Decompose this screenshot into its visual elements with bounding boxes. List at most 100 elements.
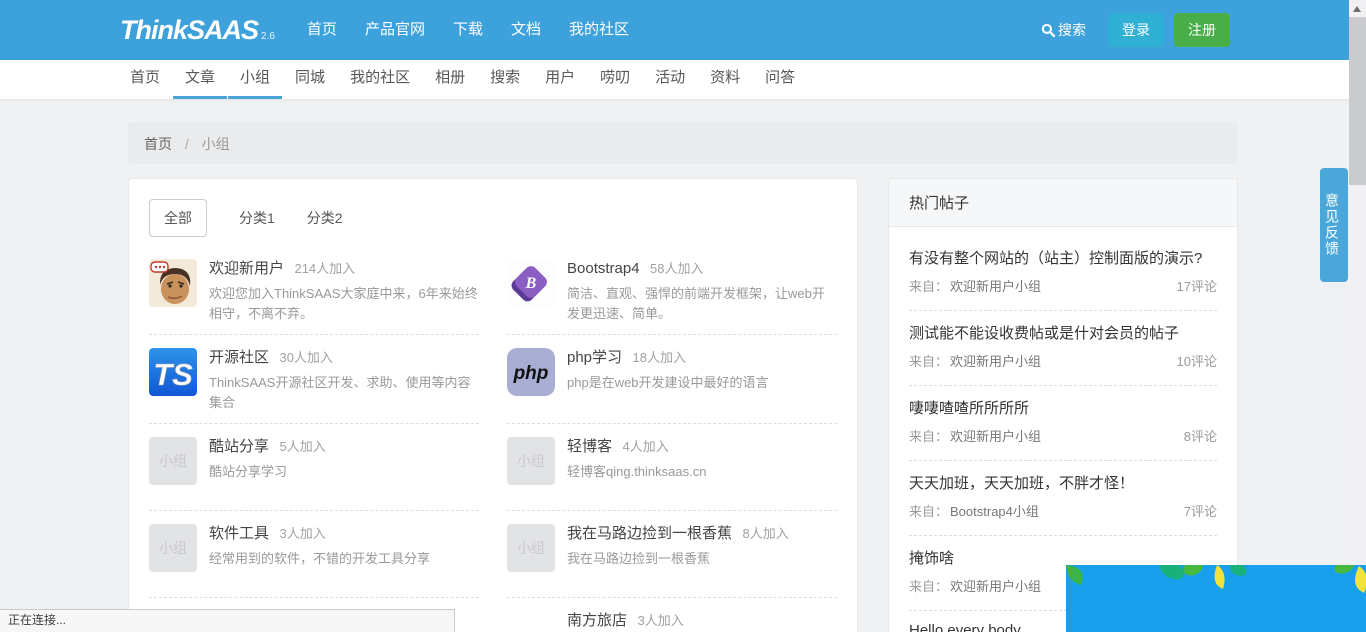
post-group-link[interactable]: 欢迎新用户小组 [950,277,1041,297]
group-name[interactable]: 南方旅店 [567,612,627,629]
search-link[interactable]: 搜索 [1041,20,1086,40]
group-avatar: B [507,259,555,307]
group-item[interactable]: 南方旅店 3人加入 [507,598,837,632]
group-item[interactable]: TS 开源社区 30人加入 ThinkSAAS开源社区开发、求助、使用等内容集合 [149,335,479,424]
topnav-links: 首页产品官网下载文档我的社区 [307,0,657,60]
topnav-right: 搜索 登录 注册 [1041,13,1230,47]
filter-category1-link[interactable]: 分类1 [239,208,275,228]
subnav-tab-8[interactable]: 唠叨 [588,60,642,99]
post-title-link[interactable]: 测试能不能设收费帖或是什对会员的帖子 [909,322,1217,343]
scrollbar-up-arrow-icon[interactable] [1353,6,1361,12]
subnav-tab-1[interactable]: 文章 [173,60,227,99]
post-meta: 来自： 欢迎新用户小组 8评论 [909,427,1217,447]
group-info: 开源社区 30人加入 ThinkSAAS开源社区开发、求助、使用等内容集合 [209,348,479,413]
main-content: 全部 分类1 分类2 欢迎新用户 214人加入 欢迎您加入ThinkSAAS大家… [128,178,1238,632]
promo-image[interactable] [1066,565,1366,632]
logo-version: 2.6 [261,31,275,42]
topnav-link-3[interactable]: 文档 [511,0,541,60]
group-avatar: php [507,348,555,396]
filter-category2-link[interactable]: 分类2 [307,208,343,228]
logo-text: ThinkSAAS [120,17,258,44]
group-member-count: 30人加入 [279,350,332,365]
post-meta: 来自： Bootstrap4小组 7评论 [909,502,1217,522]
post-from-label: 来自： [909,502,948,522]
group-description: 我在马路边捡到一根香蕉 [567,549,789,569]
group-placeholder-avatar: 小组 [149,437,197,485]
browser-status-tooltip: 正在连接... [0,609,455,632]
top-navbar: ThinkSAAS 2.6 首页产品官网下载文档我的社区 搜索 登录 注册 [0,0,1366,60]
subnav-tab-10[interactable]: 资料 [698,60,752,99]
post-group-link[interactable]: 欢迎新用户小组 [950,577,1041,597]
subnav-tab-7[interactable]: 用户 [533,60,587,99]
group-info: 欢迎新用户 214人加入 欢迎您加入ThinkSAAS大家庭中来，6年来始终相守… [209,259,479,324]
svg-text:php: php [513,363,549,384]
post-meta: 来自： 欢迎新用户小组 17评论 [909,277,1217,297]
post-comment-count: 17评论 [1177,277,1217,297]
group-name[interactable]: 开源社区 [209,349,269,366]
topnav-link-2[interactable]: 下载 [453,0,483,60]
post-title-link[interactable]: 有没有整个网站的（站主）控制面版的演示? [909,247,1217,268]
group-item[interactable]: B Bootstrap4 58人加入 简洁、直观、强悍的前端开发框架，让web开… [507,246,837,335]
topnav-link-4[interactable]: 我的社区 [569,0,629,60]
group-name[interactable]: 欢迎新用户 [209,260,284,277]
post-comment-count: 7评论 [1184,502,1217,522]
group-description: 欢迎您加入ThinkSAAS大家庭中来，6年来始终相守，不离不弃。 [209,284,479,324]
topnav-link-0[interactable]: 首页 [307,0,337,60]
breadcrumb-home-link[interactable]: 首页 [144,136,172,152]
group-name[interactable]: 酷站分享 [209,438,269,455]
post-from-label: 来自： [909,352,948,372]
subnav-tab-6[interactable]: 搜索 [478,60,532,99]
group-item[interactable]: 欢迎新用户 214人加入 欢迎您加入ThinkSAAS大家庭中来，6年来始终相守… [149,246,479,335]
group-grid: 欢迎新用户 214人加入 欢迎您加入ThinkSAAS大家庭中来，6年来始终相守… [149,246,837,632]
group-member-count: 5人加入 [279,439,325,454]
group-name[interactable]: Bootstrap4 [567,260,640,277]
vertical-scrollbar[interactable] [1349,0,1366,632]
subnav-tab-2[interactable]: 小组 [228,60,282,99]
group-info: 我在马路边捡到一根香蕉 8人加入 我在马路边捡到一根香蕉 [567,524,789,587]
group-avatar: TS [149,348,197,396]
group-member-count: 4人加入 [622,439,668,454]
group-item[interactable]: 小组 软件工具 3人加入 经常用到的软件，不错的开发工具分享 [149,511,479,598]
group-member-count: 58人加入 [650,261,703,276]
subnav-tab-11[interactable]: 问答 [753,60,807,99]
group-member-count: 18人加入 [632,350,685,365]
login-button[interactable]: 登录 [1108,13,1164,47]
breadcrumb: 首页 / 小组 [128,122,1238,164]
bootstrap-logo-avatar: B [507,259,555,307]
group-name[interactable]: 软件工具 [209,525,269,542]
group-item[interactable]: 小组 轻博客 4人加入 轻博客qing.thinksaas.cn [507,424,837,511]
post-group-link[interactable]: 欢迎新用户小组 [950,427,1041,447]
group-item[interactable]: 小组 我在马路边捡到一根香蕉 8人加入 我在马路边捡到一根香蕉 [507,511,837,598]
subnav-tab-4[interactable]: 我的社区 [338,60,422,99]
group-name[interactable]: 轻博客 [567,438,612,455]
svg-text:TS: TS [153,357,193,392]
subnav-tab-5[interactable]: 相册 [423,60,477,99]
thinksaas-logo[interactable]: ThinkSAAS 2.6 [120,17,275,44]
group-member-count: 3人加入 [637,613,683,628]
hot-post-item: 测试能不能设收费帖或是什对会员的帖子 来自： 欢迎新用户小组 10评论 [909,311,1217,386]
feedback-button[interactable]: 意见反馈 [1320,168,1348,282]
filter-all-button[interactable]: 全部 [149,199,207,237]
register-button[interactable]: 注册 [1174,13,1230,47]
subnav-tab-3[interactable]: 同城 [283,60,337,99]
group-item[interactable]: 小组 酷站分享 5人加入 酷站分享学习 [149,424,479,511]
subnav-tab-9[interactable]: 活动 [643,60,697,99]
group-member-count: 8人加入 [742,526,788,541]
group-name[interactable]: php学习 [567,349,622,366]
post-group-link[interactable]: 欢迎新用户小组 [950,352,1041,372]
post-title-link[interactable]: 啛啛喳喳所所所所 [909,397,1217,418]
post-comment-count: 8评论 [1184,427,1217,447]
svg-text:B: B [525,275,537,292]
php-logo-avatar: php [507,348,555,396]
group-description: 简洁、直观、强悍的前端开发框架，让web开发更迅速、简单。 [567,284,837,324]
topnav-link-1[interactable]: 产品官网 [365,0,425,60]
post-title-link[interactable]: 天天加班，天天加班，不胖才怪！ [909,472,1217,493]
subnav-tab-0[interactable]: 首页 [118,60,172,99]
group-item[interactable]: php php学习 18人加入 php是在web开发建设中最好的语言 [507,335,837,424]
post-group-link[interactable]: Bootstrap4小组 [950,502,1039,522]
group-description: 酷站分享学习 [209,462,326,482]
group-info: 软件工具 3人加入 经常用到的软件，不错的开发工具分享 [209,524,430,587]
scrollbar-thumb[interactable] [1349,17,1366,185]
group-placeholder-avatar: 小组 [149,524,197,572]
group-name[interactable]: 我在马路边捡到一根香蕉 [567,525,732,542]
